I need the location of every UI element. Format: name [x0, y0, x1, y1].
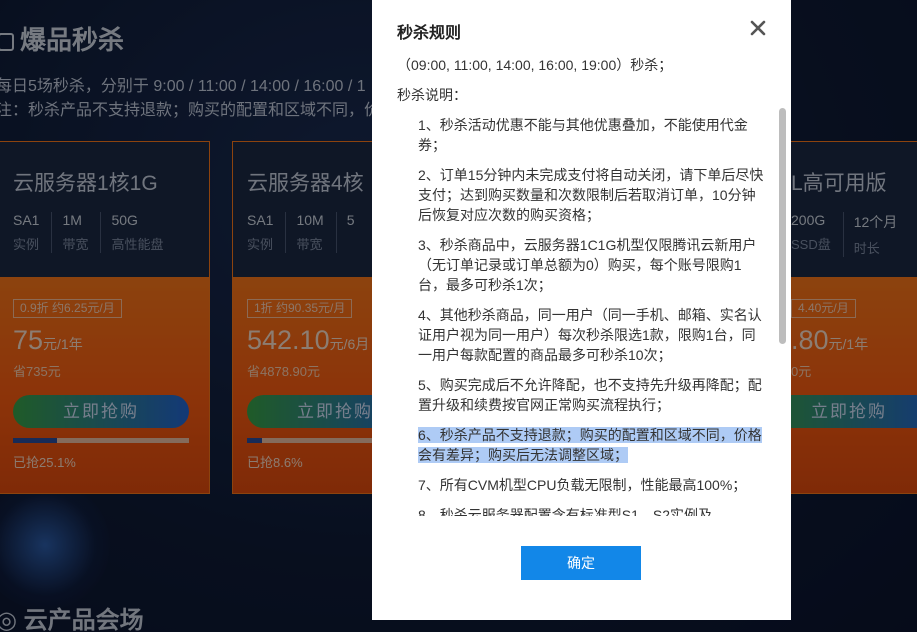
rule-item-highlighted: 6、秒杀产品不支持退款；购买的配置和区域不同，价格会有差异；购买后无法调整区域；	[418, 427, 762, 463]
rule-item: 2、订单15分钟内未完成支付将自动关闭，请下单后尽快支付；达到购买数量和次数限制…	[418, 167, 764, 223]
rule-item: 3、秒杀商品中，云服务器1C1G机型仅限腾讯云新用户（无订单记录或订单总额为0）…	[418, 237, 757, 293]
rule-item: 8、秒杀云服务器配置含有标准型S1、S2实例及	[418, 507, 713, 516]
close-icon[interactable]	[748, 18, 768, 38]
content-scrollbar[interactable]	[779, 108, 786, 344]
rule-item: 4、其他秒杀商品，同一用户（同一手机、邮箱、实名认证用户视为同一用户）每次秒杀限…	[418, 307, 762, 363]
dialog-title: 秒杀规则	[397, 25, 462, 42]
rules-section-label: 秒杀说明：	[397, 87, 467, 103]
rules-dialog: 秒杀规则 （09:00, 11:00, 14:00, 16:00, 19:00）…	[372, 0, 791, 620]
rule-item: 1、秒杀活动优惠不能与其他优惠叠加，不能使用代金券；	[418, 117, 748, 153]
schedule-times: （09:00, 11:00, 14:00, 16:00, 19:00）秒杀；	[397, 57, 673, 73]
rules-content[interactable]: （09:00, 11:00, 14:00, 16:00, 19:00）秒杀； 秒…	[397, 50, 777, 516]
confirm-button[interactable]: 确定	[521, 546, 641, 580]
rule-item: 5、购买完成后不允许降配，也不支持先升级再降配；配置升级和续费按官网正常购买流程…	[418, 377, 762, 413]
rule-item: 7、所有CVM机型CPU负载无限制，性能最高100%；	[418, 477, 747, 493]
